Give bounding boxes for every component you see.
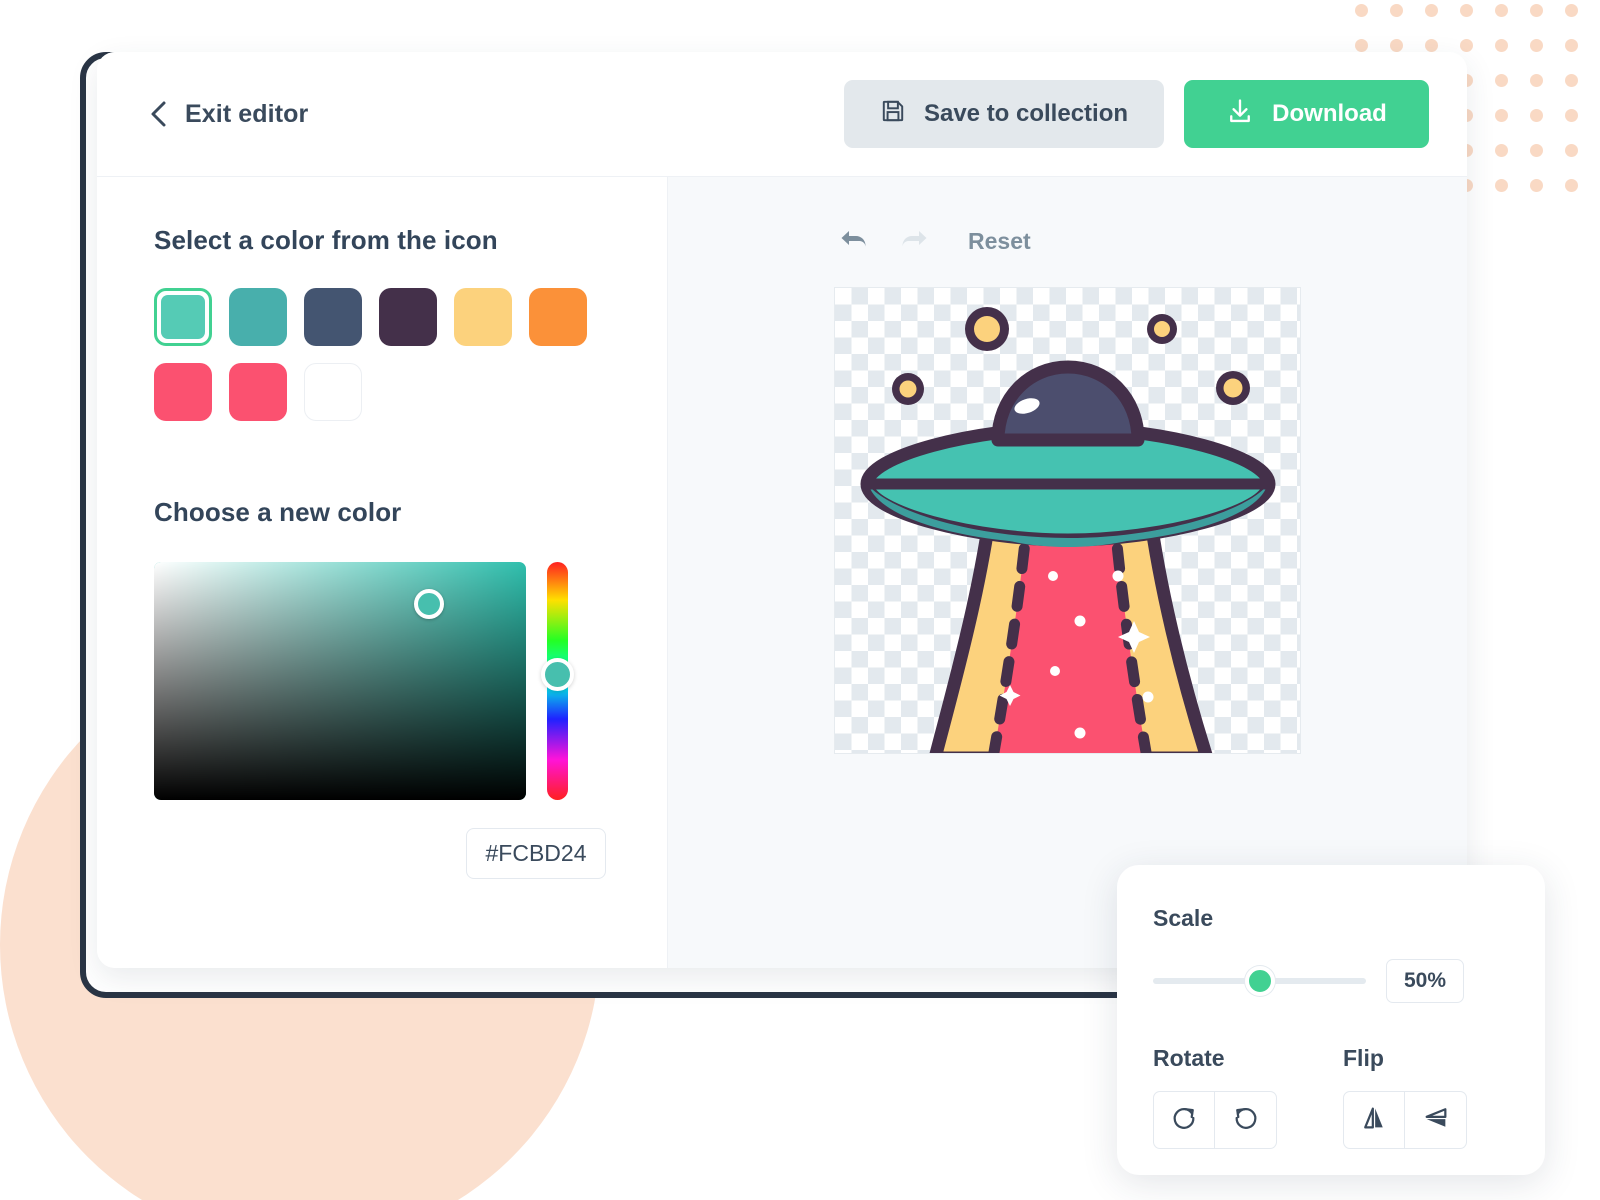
- color-swatch-grid: [154, 288, 594, 421]
- scale-value-input[interactable]: 50%: [1386, 959, 1464, 1003]
- flip-buttons: [1343, 1091, 1467, 1149]
- canvas-toolbar: Reset: [834, 225, 1301, 258]
- scale-slider[interactable]: [1153, 966, 1366, 996]
- decoration-dot: [1495, 74, 1508, 87]
- swatch-pink-1[interactable]: [154, 363, 212, 421]
- decoration-dot: [1530, 39, 1543, 52]
- color-panel: Select a color from the icon Choose a ne…: [97, 177, 668, 968]
- swatch-color-fill: [304, 288, 362, 346]
- swatch-pink-2[interactable]: [229, 363, 287, 421]
- rotate-clockwise-button[interactable]: [1153, 1091, 1215, 1149]
- hue-slider[interactable]: [541, 562, 574, 800]
- decoration-dot: [1565, 144, 1578, 157]
- swatch-slate[interactable]: [304, 288, 362, 346]
- decoration-dot: [1495, 109, 1508, 122]
- color-picker: [154, 562, 667, 800]
- hue-slider-handle[interactable]: [541, 657, 574, 691]
- chevron-left-icon: [149, 100, 167, 128]
- flip-label: Flip: [1343, 1045, 1384, 1071]
- select-color-title: Select a color from the icon: [154, 225, 498, 255]
- swatch-teal-light[interactable]: [154, 288, 212, 346]
- undo-arrow-icon[interactable]: [838, 225, 872, 258]
- download-icon: [1226, 97, 1254, 132]
- preview-panel: Reset: [668, 177, 1467, 968]
- decoration-dot: [1565, 4, 1578, 17]
- decoration-dot: [1530, 4, 1543, 17]
- save-to-collection-button[interactable]: Save to collection: [844, 80, 1164, 148]
- swatch-color-fill: [304, 363, 362, 421]
- rotate-buttons: [1153, 1091, 1277, 1149]
- transform-panel: Scale 50% Rotate Flip: [1117, 865, 1545, 1175]
- decoration-dot: [1495, 4, 1508, 17]
- swatch-plum[interactable]: [379, 288, 437, 346]
- rotate-group: Rotate: [1153, 1045, 1277, 1149]
- editor-body: Select a color from the icon Choose a ne…: [97, 177, 1467, 968]
- scale-slider-handle[interactable]: [1244, 966, 1275, 996]
- decoration-dot: [1460, 39, 1473, 52]
- decoration-dot: [1425, 39, 1438, 52]
- decoration-dot: [1565, 109, 1578, 122]
- decoration-dot: [1425, 4, 1438, 17]
- decoration-dot: [1495, 179, 1508, 192]
- swatch-color-fill: [154, 363, 212, 421]
- decoration-dot: [1530, 109, 1543, 122]
- editor-card: Exit editor Save to collection Download …: [97, 52, 1467, 968]
- scale-control: 50%: [1153, 959, 1509, 1003]
- flip-group: Flip: [1343, 1045, 1467, 1149]
- decoration-dot: [1355, 39, 1368, 52]
- rotate-flip-row: Rotate Flip: [1153, 1045, 1509, 1149]
- rotate-label: Rotate: [1153, 1045, 1225, 1071]
- decoration-dot: [1565, 179, 1578, 192]
- editor-header: Exit editor Save to collection Download: [97, 52, 1467, 177]
- swatch-color-fill: [529, 288, 587, 346]
- choose-color-title: Choose a new color: [154, 497, 402, 527]
- artwork-canvas[interactable]: [834, 287, 1301, 754]
- redo-arrow-icon: [896, 225, 930, 258]
- flip-horizontal-icon: [1360, 1104, 1388, 1137]
- exit-editor-button[interactable]: Exit editor: [149, 100, 308, 129]
- reset-button[interactable]: Reset: [968, 228, 1031, 255]
- exit-editor-label: Exit editor: [185, 99, 309, 128]
- rotate-counterclockwise-button[interactable]: [1215, 1091, 1277, 1149]
- scale-label: Scale: [1153, 905, 1214, 931]
- rotate-counterclockwise-icon: [1232, 1104, 1260, 1137]
- saturation-handle[interactable]: [414, 588, 445, 619]
- swatch-yellow[interactable]: [454, 288, 512, 346]
- download-label: Download: [1272, 100, 1387, 127]
- decoration-dot: [1390, 39, 1403, 52]
- swatch-orange[interactable]: [529, 288, 587, 346]
- swatch-color-fill: [454, 288, 512, 346]
- decoration-dot: [1355, 4, 1368, 17]
- floppy-disk-icon: [880, 98, 906, 131]
- save-to-collection-label: Save to collection: [923, 100, 1129, 127]
- decoration-dot: [1530, 179, 1543, 192]
- flip-vertical-icon: [1422, 1104, 1450, 1137]
- hex-row: #FCBD24: [154, 828, 606, 879]
- header-actions: Save to collection Download: [844, 80, 1429, 148]
- decoration-dot: [1495, 144, 1508, 157]
- download-button[interactable]: Download: [1184, 80, 1429, 148]
- decoration-dot: [1390, 4, 1403, 17]
- decoration-dot: [1565, 74, 1578, 87]
- decoration-dot: [1565, 39, 1578, 52]
- swatch-color-fill: [229, 363, 287, 421]
- rotate-clockwise-icon: [1170, 1104, 1198, 1137]
- ufo-illustration: [860, 307, 1276, 753]
- decoration-dot: [1460, 4, 1473, 17]
- swatch-teal-dark[interactable]: [229, 288, 287, 346]
- app-stage: Exit editor Save to collection Download …: [0, 0, 1600, 1200]
- flip-horizontal-button[interactable]: [1343, 1091, 1405, 1149]
- swatch-white[interactable]: [304, 363, 362, 421]
- saturation-value-area[interactable]: [154, 562, 526, 800]
- decoration-dot: [1495, 39, 1508, 52]
- flip-vertical-button[interactable]: [1405, 1091, 1467, 1149]
- value-gradient-layer: [154, 562, 526, 800]
- swatch-color-fill: [161, 295, 205, 339]
- decoration-dot: [1530, 74, 1543, 87]
- hex-input[interactable]: #FCBD24: [466, 828, 606, 879]
- decoration-dot: [1530, 144, 1543, 157]
- swatch-color-fill: [379, 288, 437, 346]
- swatch-color-fill: [229, 288, 287, 346]
